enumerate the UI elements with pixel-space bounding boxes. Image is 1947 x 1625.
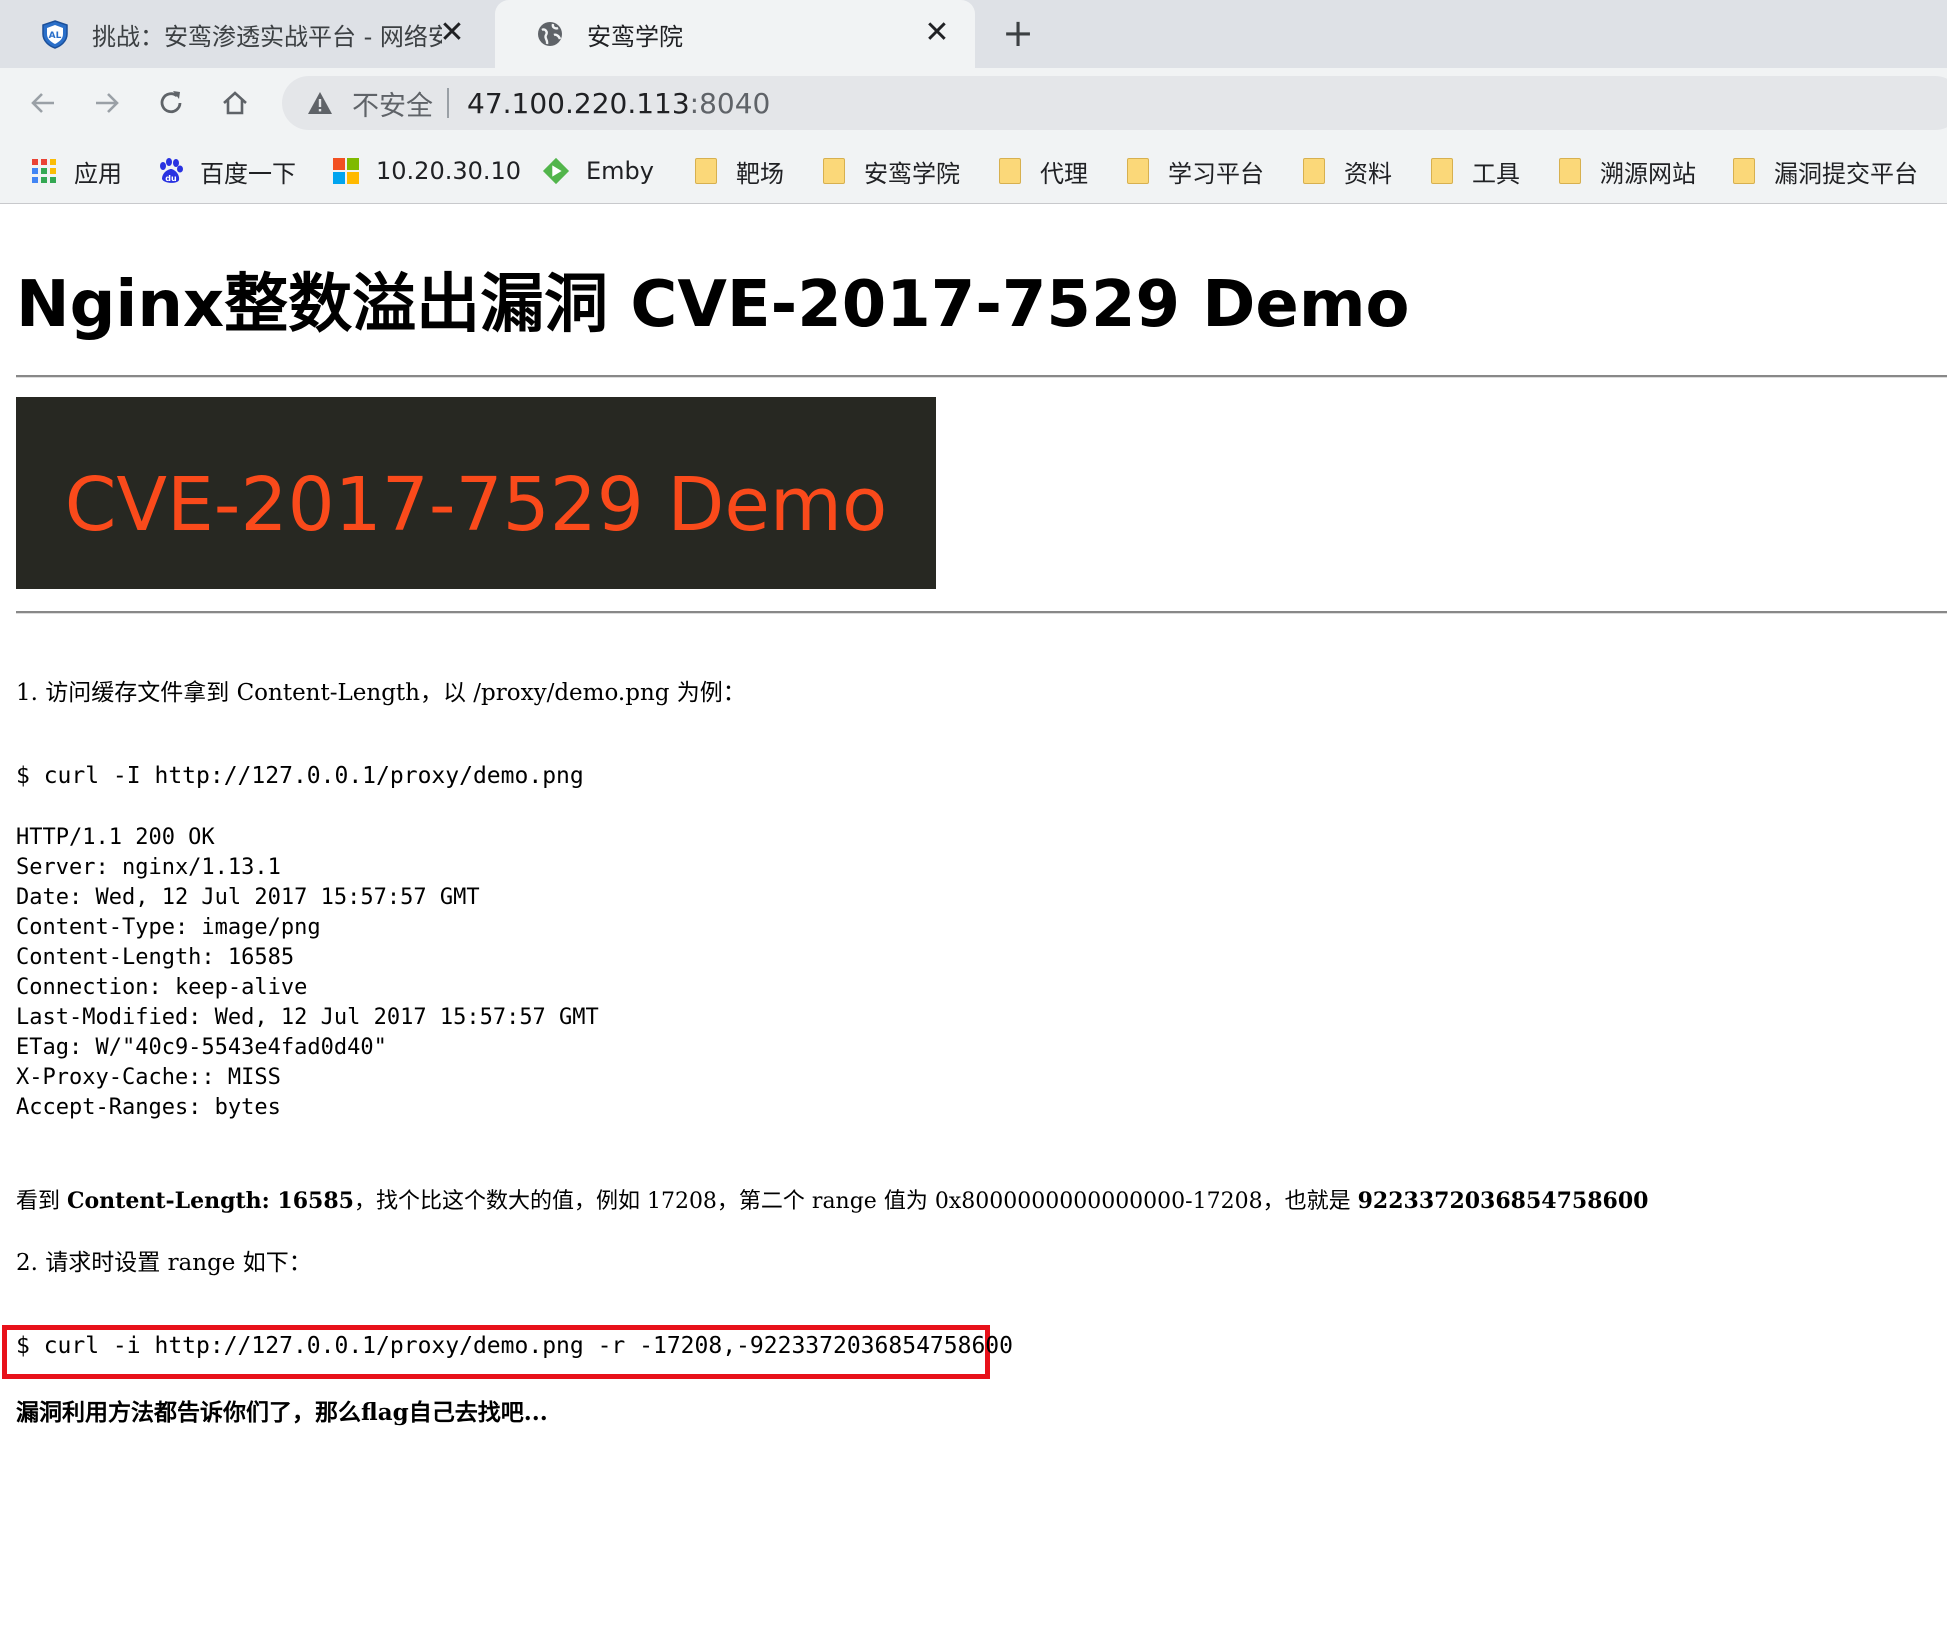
folder-icon [1300, 157, 1328, 185]
folder-icon [1428, 157, 1456, 185]
svg-text:AL: AL [49, 31, 62, 41]
forward-arrow-icon[interactable] [82, 78, 132, 128]
step-2-text: 2. 请求时设置 range 如下： [16, 1250, 312, 1276]
url-text[interactable]: 47.100.220.113:8040 [467, 87, 770, 120]
response-line: Date: Wed, 12 Jul 2017 15:57:57 GMT [16, 885, 480, 910]
bookmark-folder-trace[interactable]: 溯源网站 [1556, 138, 1696, 204]
bookmark-folder-range[interactable]: 靶场 [692, 138, 784, 204]
url-port: :8040 [689, 86, 771, 120]
address-separator [447, 88, 449, 118]
curl-command-2: $ curl -i http://127.0.0.1/proxy/demo.pn… [16, 1333, 1013, 1359]
response-line: X-Proxy-Cache:: MISS [16, 1065, 281, 1090]
banner-text: CVE-2017-7529 Demo [64, 462, 888, 548]
bookmarks-bar: 应用 du 百度一下 10.20.30.10 Emby 靶场 安鸾学院 代理 学… [0, 138, 1947, 204]
address-bar[interactable]: 不安全 47.100.220.113:8040 [282, 76, 1947, 130]
demo-banner-image: CVE-2017-7529 Demo [16, 397, 936, 589]
explain-part: 看到 [16, 1189, 67, 1214]
folder-icon [820, 157, 848, 185]
range-value-bold: 9223372036854758600 [1357, 1188, 1649, 1214]
bookmark-label: 溯源网站 [1600, 159, 1696, 188]
url-host: 47.100.220.113 [467, 86, 690, 120]
closing-text: 漏洞利用方法都告诉你们了，那么flag自己去找吧... [16, 1399, 548, 1426]
warning-triangle-icon[interactable] [306, 89, 334, 117]
response-line: Content-Length: 16585 [16, 945, 295, 970]
bookmark-emby[interactable]: Emby [542, 138, 654, 204]
home-icon[interactable] [210, 78, 260, 128]
bookmark-folder-academy[interactable]: 安鸾学院 [820, 138, 960, 204]
bookmark-baidu[interactable]: du 百度一下 [156, 138, 296, 204]
bookmark-label: 靶场 [736, 159, 784, 188]
globe-icon [535, 19, 565, 49]
apps-grid-icon [30, 157, 58, 185]
back-arrow-icon[interactable] [18, 78, 68, 128]
new-tab-button[interactable]: + [998, 14, 1038, 54]
close-tab-icon[interactable]: ✕ [436, 18, 468, 50]
bookmark-label: 代理 [1040, 159, 1088, 188]
baidu-paw-icon: du [156, 157, 184, 185]
bookmark-folder-vuln-submit[interactable]: 漏洞提交平台 [1730, 138, 1918, 204]
bookmark-folder-tools[interactable]: 工具 [1428, 138, 1520, 204]
browser-toolbar: 不安全 47.100.220.113:8040 [0, 68, 1947, 138]
response-line: HTTP/1.1 200 OK [16, 825, 215, 850]
folder-icon [1556, 157, 1584, 185]
folder-icon [996, 157, 1024, 185]
security-label[interactable]: 不安全 [352, 84, 433, 123]
response-line: Connection: keep-alive [16, 975, 308, 1000]
explanation-text: 看到 Content-Length: 16585，找个比这个数大的值，例如 17… [16, 1183, 1648, 1215]
folder-icon [692, 157, 720, 185]
http-response-block: HTTP/1.1 200 OK Server: nginx/1.13.1 Dat… [16, 823, 599, 1123]
bookmark-folder-proxy[interactable]: 代理 [996, 138, 1088, 204]
response-line: Accept-Ranges: bytes [16, 1095, 281, 1120]
windows-logo-icon [332, 157, 360, 185]
response-line: Server: nginx/1.13.1 [16, 855, 281, 880]
step-1-text: 1. 访问缓存文件拿到 Content-Length，以 /proxy/demo… [16, 680, 746, 706]
folder-icon [1730, 157, 1758, 185]
bookmark-label: 资料 [1344, 159, 1392, 188]
emby-play-icon [542, 157, 570, 185]
bookmark-label: 10.20.30.10 [376, 157, 522, 185]
response-line: Last-Modified: Wed, 12 Jul 2017 15:57:57… [16, 1005, 599, 1030]
explain-part: ，找个比这个数大的值，例如 17208，第二个 range 值为 0x80000… [353, 1189, 1358, 1214]
reload-icon[interactable] [146, 78, 196, 128]
bookmark-apps[interactable]: 应用 [30, 138, 122, 204]
folder-icon [1124, 157, 1152, 185]
tab-anluan-academy[interactable]: 安鸾学院 ✕ [495, 0, 975, 68]
divider [16, 611, 1947, 614]
svg-text:du: du [165, 174, 177, 183]
bookmark-folder-learning[interactable]: 学习平台 [1124, 138, 1264, 204]
curl-command-1: $ curl -I http://127.0.0.1/proxy/demo.pn… [16, 763, 584, 789]
bookmark-label: Emby [586, 157, 654, 185]
bookmark-folder-materials[interactable]: 资料 [1300, 138, 1392, 204]
tab-title: 挑战：安鸾渗透实战平台 - 网络安 [92, 22, 442, 51]
bookmark-label: 应用 [74, 159, 122, 188]
shield-logo-icon: AL [40, 19, 70, 49]
bookmark-10-20-30-10[interactable]: 10.20.30.10 [332, 138, 521, 204]
divider [16, 375, 1947, 378]
tab-challenge[interactable]: AL 挑战：安鸾渗透实战平台 - 网络安 ✕ [0, 0, 490, 68]
bookmark-label: 学习平台 [1168, 159, 1264, 188]
response-line: Content-Type: image/png [16, 915, 321, 940]
page-title: Nginx整数溢出漏洞 CVE-2017-7529 Demo [16, 268, 1410, 342]
page-content: Nginx整数溢出漏洞 CVE-2017-7529 Demo CVE-2017-… [0, 205, 1947, 1625]
bookmark-label: 漏洞提交平台 [1774, 159, 1918, 188]
response-line: ETag: W/"40c9-5543e4fad0d40" [16, 1035, 387, 1060]
content-length-bold: Content-Length: 16585 [67, 1188, 354, 1214]
bookmark-label: 工具 [1472, 159, 1520, 188]
bookmark-label: 百度一下 [200, 159, 296, 188]
tab-strip: AL 挑战：安鸾渗透实战平台 - 网络安 ✕ 安鸾学院 ✕ + [0, 0, 1947, 68]
bookmark-label: 安鸾学院 [864, 159, 960, 188]
close-tab-icon[interactable]: ✕ [921, 18, 953, 50]
tab-title: 安鸾学院 [587, 22, 683, 51]
